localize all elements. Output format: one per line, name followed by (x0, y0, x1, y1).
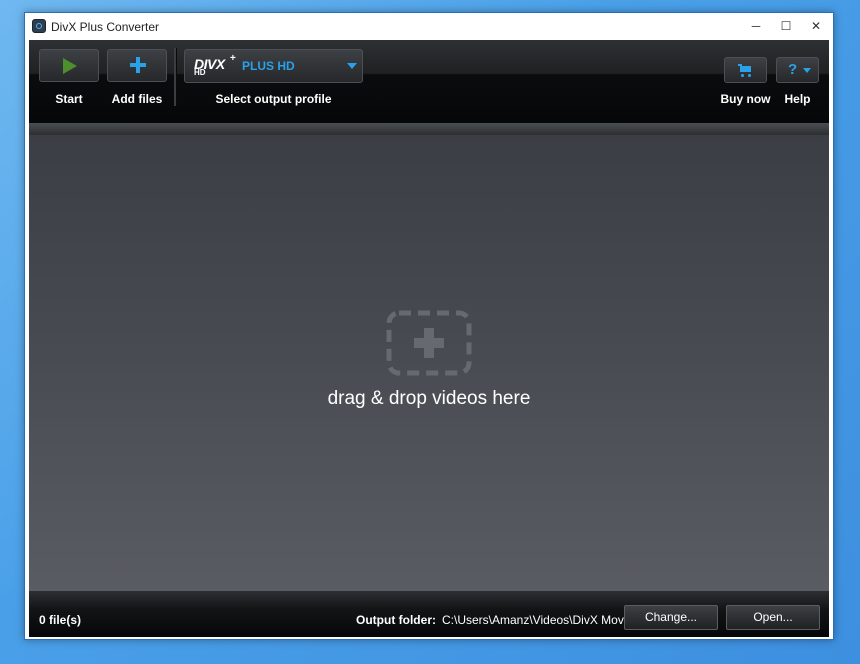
drop-hint: drag & drop videos here (327, 388, 531, 409)
add-media-icon (386, 310, 472, 376)
plus-icon (130, 57, 146, 73)
app-icon (32, 19, 46, 33)
divx-plus-mark: + (230, 53, 236, 64)
dropdown-arrow-icon (347, 63, 357, 69)
output-folder-label: Output folder: (356, 613, 436, 627)
toolbar-separator (29, 123, 829, 135)
buy-now-button[interactable] (724, 57, 767, 83)
chevron-down-icon (803, 68, 811, 73)
client-area: Start Add files DIVX HD + PLUS HD Select… (29, 40, 829, 637)
app-window: DivX Plus Converter ─ ☐ ✕ Start Add file… (24, 12, 834, 640)
maximize-button[interactable]: ☐ (771, 13, 801, 38)
help-label: Help (784, 92, 811, 106)
add-files-label: Add files (111, 92, 163, 106)
toolbar-divider (174, 48, 177, 106)
drop-zone[interactable]: drag & drop videos here (29, 135, 829, 591)
window-title: DivX Plus Converter (51, 20, 160, 34)
toolbar: Start Add files DIVX HD + PLUS HD Select… (29, 40, 829, 123)
add-files-button[interactable] (107, 49, 167, 82)
cart-icon (738, 64, 753, 77)
output-folder-path: C:\Users\Amanz\Videos\DivX Movies (442, 613, 640, 627)
help-button[interactable]: ? (776, 57, 819, 83)
file-count: 0 file(s) (39, 613, 82, 627)
start-button[interactable] (39, 49, 99, 82)
close-button[interactable]: ✕ (801, 13, 831, 38)
help-icon: ? (788, 61, 798, 78)
output-profile-select[interactable]: DIVX HD + PLUS HD (184, 49, 363, 83)
output-profile-caption: Select output profile (215, 92, 332, 106)
minimize-button[interactable]: ─ (741, 13, 771, 38)
buy-now-label: Buy now (720, 92, 771, 106)
status-bar: 0 file(s) Output folder: C:\Users\Amanz\… (29, 591, 829, 637)
change-folder-button[interactable]: Change... (624, 605, 718, 630)
play-icon (63, 58, 77, 74)
selected-profile: PLUS HD (242, 59, 295, 73)
divx-hd-mark: HD (194, 68, 206, 77)
title-bar[interactable]: DivX Plus Converter ─ ☐ ✕ (25, 13, 833, 40)
start-label: Start (55, 92, 83, 106)
open-folder-button[interactable]: Open... (726, 605, 820, 630)
